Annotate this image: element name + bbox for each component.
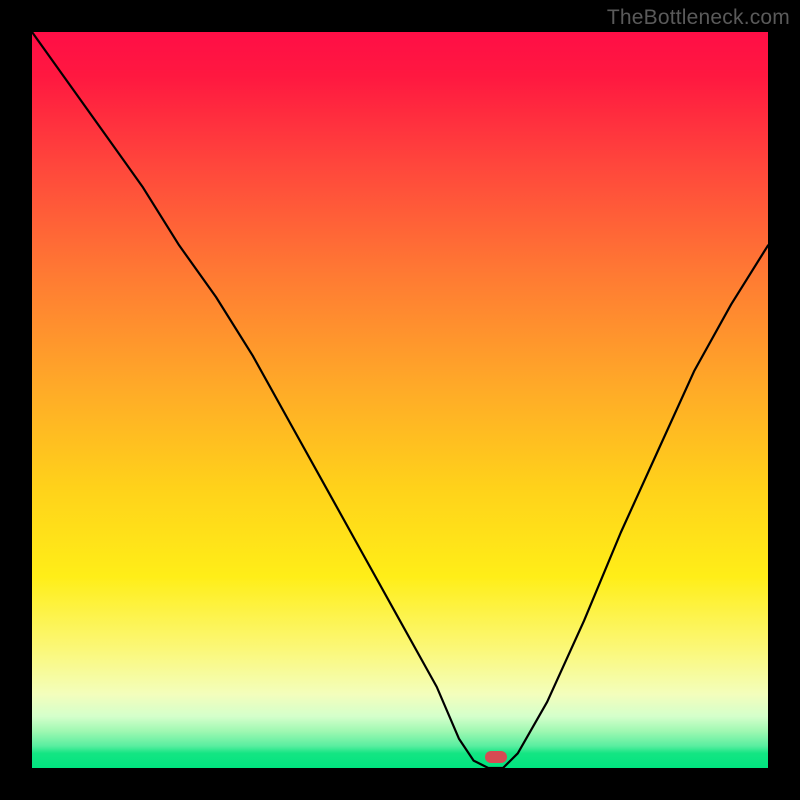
watermark-text: TheBottleneck.com xyxy=(607,6,790,30)
curve-layer xyxy=(32,32,768,768)
bottleneck-curve xyxy=(32,32,768,768)
plot-area xyxy=(32,32,768,768)
bottleneck-chart: TheBottleneck.com xyxy=(0,0,800,800)
